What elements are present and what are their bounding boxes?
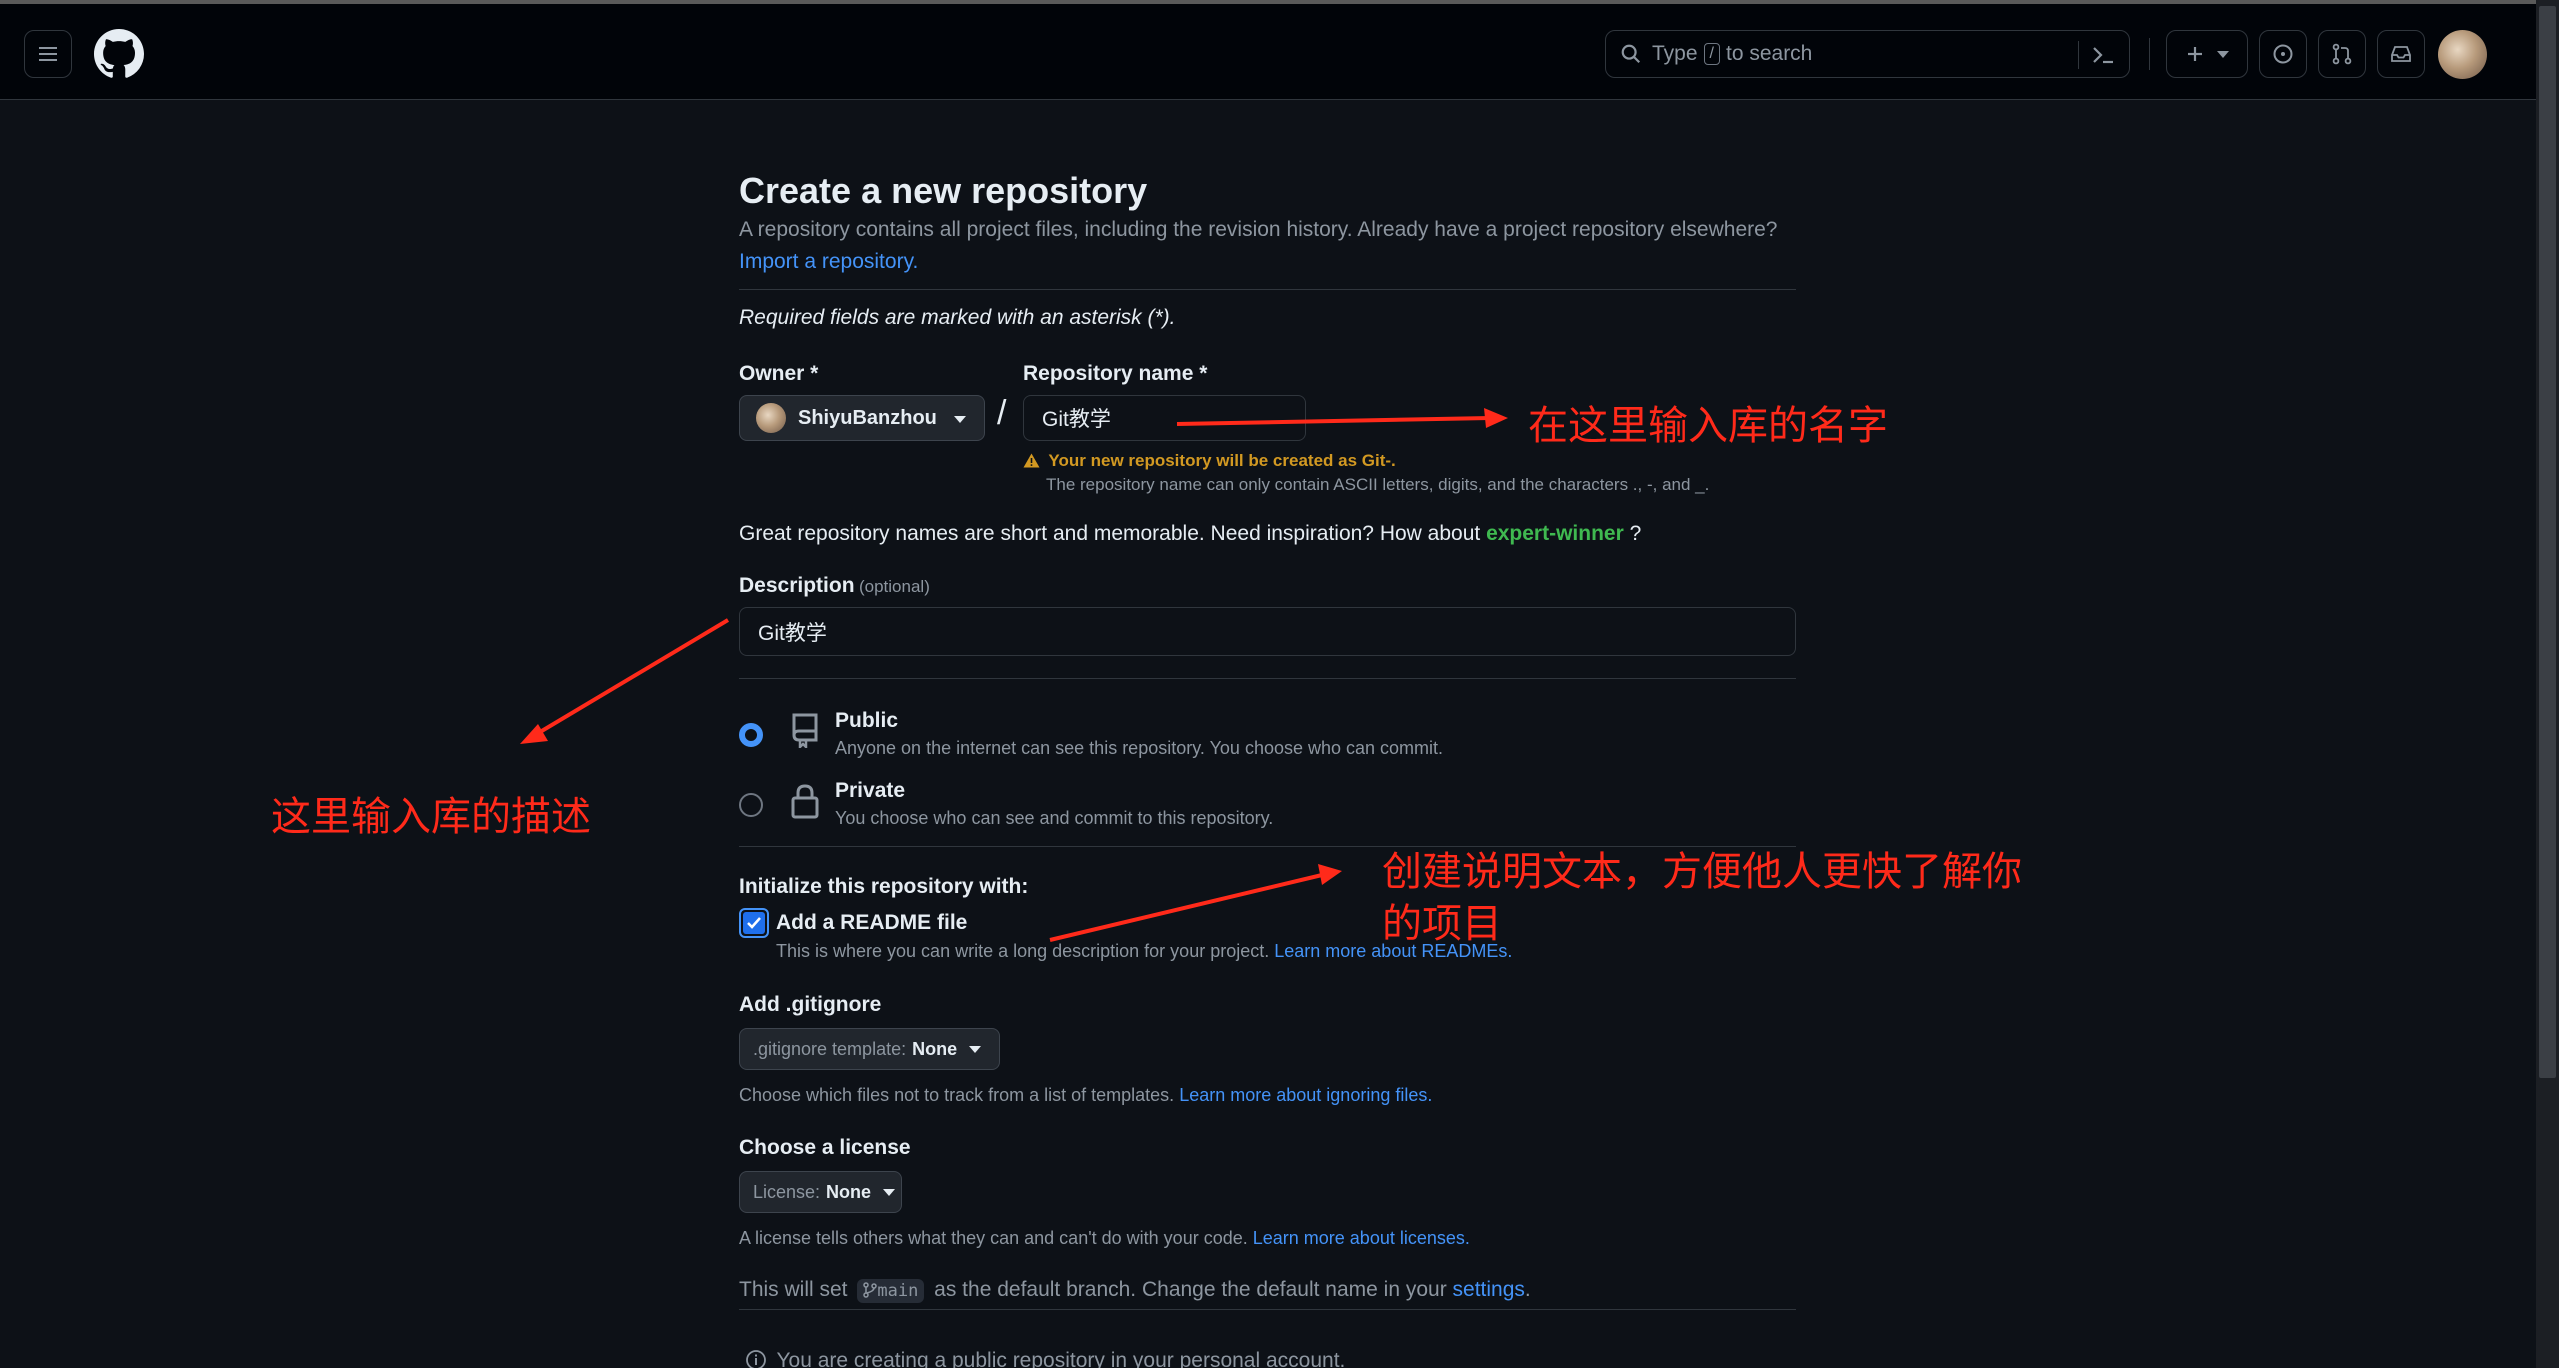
default-branch-note: This will set main as the default branch…: [739, 1278, 1531, 1303]
checkmark-icon: [747, 917, 761, 929]
license-heading: Choose a license: [739, 1136, 911, 1159]
description-label: Description (optional): [739, 574, 930, 598]
inspiration-text: Great repository names are short and mem…: [739, 522, 1481, 545]
readme-label[interactable]: Add a README file: [776, 911, 967, 935]
license-dropdown[interactable]: License: None: [739, 1171, 902, 1213]
initialize-heading: Initialize this repository with:: [739, 875, 1029, 898]
license-learn-more-link[interactable]: Learn more about licenses.: [1253, 1228, 1470, 1248]
license-prefix: License:: [753, 1181, 821, 1202]
readme-checkbox[interactable]: [739, 908, 769, 938]
page-title: Create a new repository: [739, 170, 1148, 211]
hamburger-icon: [39, 47, 57, 61]
description-label-text: Description: [739, 574, 855, 597]
inbox-button[interactable]: [2377, 30, 2425, 78]
warning-text: Your new repository will be created as G…: [1048, 451, 1396, 470]
repository-name-warning: Your new repository will be created as G…: [1023, 451, 1396, 471]
public-account-note: You are creating a public repository in …: [745, 1349, 1345, 1368]
page-subtitle: A repository contains all project files,…: [739, 218, 1778, 241]
plus-icon: [2188, 47, 2202, 61]
branch-icon: [863, 1282, 878, 1298]
branch-name: main: [877, 1281, 919, 1301]
gitignore-heading: Add .gitignore: [739, 993, 882, 1016]
chevron-down-icon: [969, 1045, 982, 1053]
private-label[interactable]: Private: [835, 779, 905, 803]
search-shortcut-key: /: [1703, 43, 1720, 65]
repository-name-hint: The repository name can only contain ASC…: [1046, 475, 1710, 494]
scrollbar[interactable]: [2536, 0, 2559, 1368]
readme-desc-text: This is where you can write a long descr…: [776, 941, 1270, 961]
scrollbar-thumb[interactable]: [2539, 6, 2556, 1078]
gitignore-value: None: [912, 1038, 958, 1059]
command-palette-icon[interactable]: [2091, 44, 2115, 66]
warning-icon: [1023, 453, 1040, 468]
repo-icon: [792, 713, 818, 748]
private-radio[interactable]: [739, 793, 763, 817]
info-icon: [746, 1350, 766, 1368]
pull-requests-button[interactable]: [2318, 30, 2366, 78]
branch-middle: as the default branch. Change the defaul…: [934, 1278, 1447, 1301]
owner-repo-separator: /: [997, 394, 1007, 432]
search-divider: [2078, 41, 2079, 69]
public-description: Anyone on the internet can see this repo…: [835, 738, 1444, 758]
chevron-down-icon: [883, 1188, 896, 1196]
menu-button[interactable]: [24, 30, 72, 78]
private-description: You choose who can see and commit to thi…: [835, 808, 1274, 828]
gitignore-prefix: .gitignore template:: [753, 1038, 907, 1059]
create-new-button[interactable]: [2166, 30, 2248, 78]
optional-text: (optional): [858, 577, 930, 596]
search-prefix: Type: [1652, 42, 1698, 65]
branch-prefix: This will set: [739, 1278, 848, 1301]
annotation-arrows: [520, 408, 1508, 942]
public-label[interactable]: Public: [835, 709, 898, 733]
inspiration-end: ?: [1629, 522, 1642, 545]
pull-request-icon: [2332, 43, 2352, 65]
repository-name-input[interactable]: Git教学: [1023, 395, 1306, 441]
header-divider: [2149, 38, 2150, 70]
gitignore-template-dropdown[interactable]: .gitignore template: None: [739, 1028, 1000, 1070]
search-input[interactable]: Type / to search: [1605, 30, 2130, 78]
description-input[interactable]: Git教学: [739, 607, 1796, 656]
divider: [739, 1309, 1796, 1310]
required-fields-note: Required fields are marked with an aster…: [739, 306, 1176, 329]
search-icon: [1621, 44, 1641, 64]
owner-label: Owner *: [739, 362, 819, 385]
name-inspiration: Great repository names are short and mem…: [739, 522, 1641, 546]
repository-name-label: Repository name *: [1023, 362, 1208, 385]
name-suggestion-link[interactable]: expert-winner: [1486, 522, 1624, 545]
readme-annotation-line1: 创建说明文本，方便他人更快了解你: [1382, 849, 2022, 895]
license-value: None: [826, 1181, 872, 1202]
owner-name: ShiyuBanzhou: [798, 406, 937, 429]
license-desc-text: A license tells others what they can and…: [739, 1228, 1248, 1248]
settings-link[interactable]: settings: [1453, 1278, 1525, 1301]
chevron-down-icon: [954, 416, 966, 423]
footer-note-text: You are creating a public repository in …: [776, 1349, 1346, 1368]
branch-name-badge: main: [857, 1279, 925, 1303]
divider: [739, 678, 1796, 679]
owner-dropdown[interactable]: ShiyuBanzhou: [739, 395, 985, 441]
readme-annotation-line2: 的项目: [1382, 901, 1502, 947]
gitignore-learn-more-link[interactable]: Learn more about ignoring files.: [1179, 1085, 1432, 1105]
user-avatar[interactable]: [2438, 30, 2487, 79]
owner-avatar: [756, 403, 786, 433]
lock-icon: [791, 784, 819, 819]
inbox-icon: [2391, 46, 2411, 62]
license-description: A license tells others what they can and…: [739, 1228, 1470, 1249]
github-logo-icon[interactable]: [94, 29, 144, 79]
gitignore-description: Choose which files not to track from a l…: [739, 1085, 1432, 1106]
public-radio[interactable]: [739, 723, 763, 747]
gitignore-desc-text: Choose which files not to track from a l…: [739, 1085, 1175, 1105]
arrow-to-readme-note: [1049, 864, 1342, 942]
import-repository-link[interactable]: Import a repository.: [739, 250, 918, 274]
divider: [739, 289, 1796, 290]
arrow-to-desc-note: [520, 618, 730, 744]
name-annotation: 在这里输入库的名字: [1528, 403, 1888, 449]
issues-button[interactable]: [2259, 30, 2307, 78]
description-annotation: 这里输入库的描述: [271, 794, 591, 840]
top-header: Type / to search: [0, 4, 2536, 100]
search-suffix: to search: [1725, 42, 1813, 65]
chevron-down-icon: [2217, 50, 2229, 58]
branch-end: .: [1524, 1278, 1531, 1301]
issue-icon: [2273, 44, 2293, 64]
